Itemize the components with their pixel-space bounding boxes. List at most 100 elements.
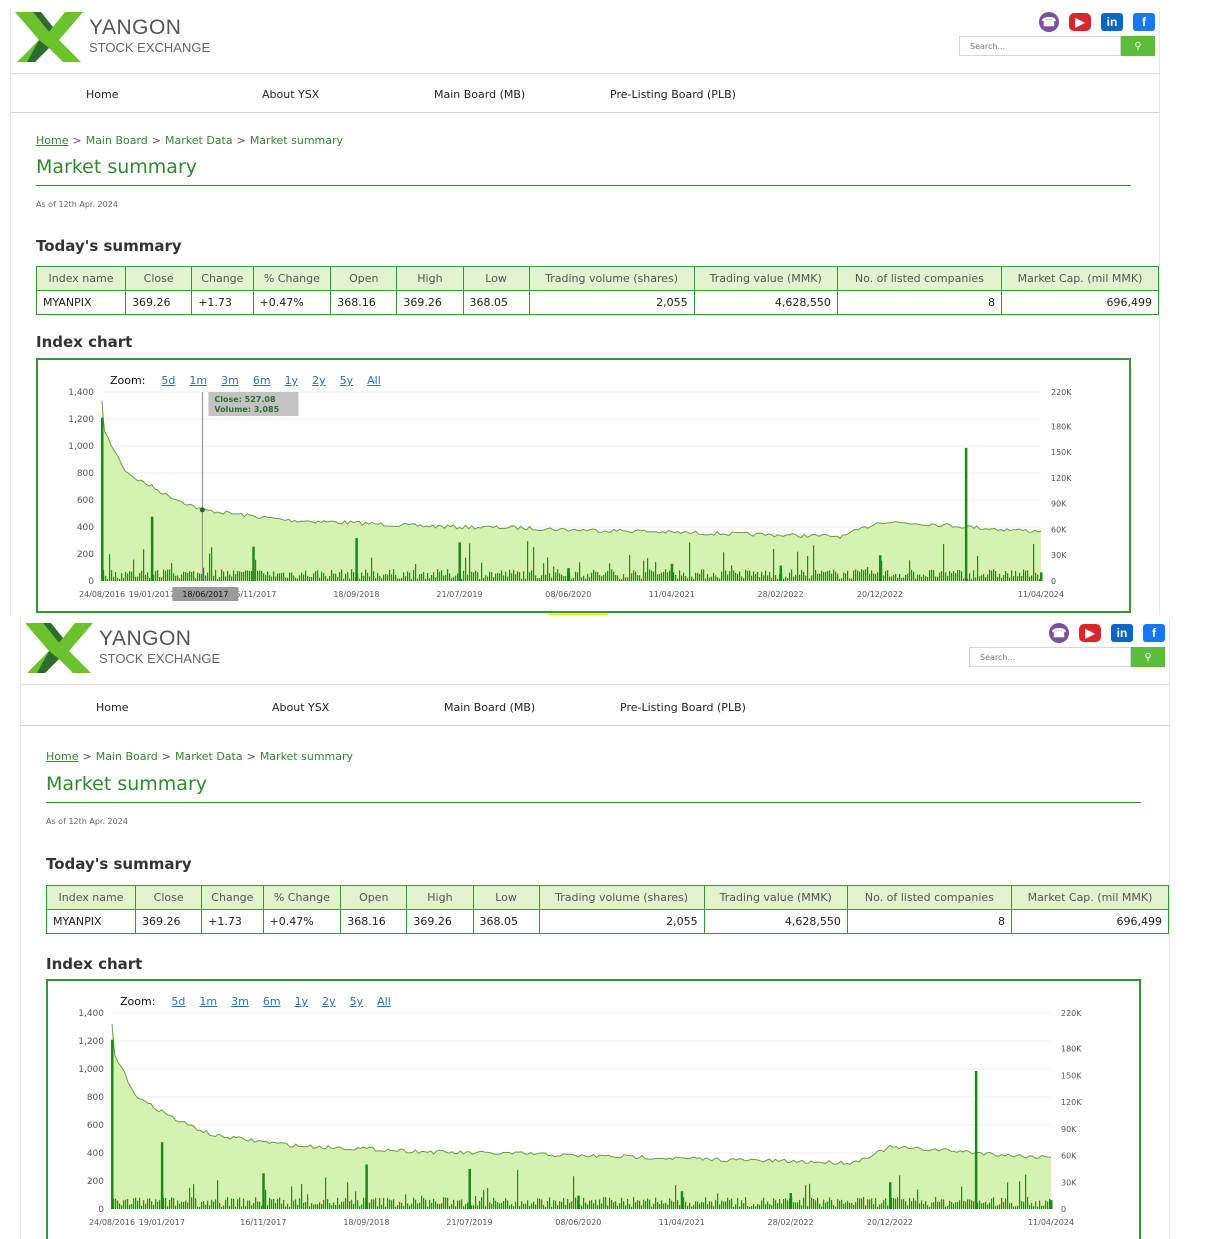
volume-bar: [1027, 570, 1029, 581]
volume-bar: [795, 574, 797, 581]
volume-bar: [843, 1203, 845, 1209]
zoom-2y-button[interactable]: 2y: [312, 374, 326, 387]
brand[interactable]: YANGON STOCK EXCHANGE: [89, 16, 210, 55]
zoom-2y-button[interactable]: 2y: [322, 995, 336, 1008]
nav-home[interactable]: Home: [86, 88, 118, 101]
volume-bar: [589, 577, 591, 581]
volume-bar: [831, 573, 833, 581]
search-icon[interactable]: ⚲: [1131, 647, 1165, 667]
volume-bar: [113, 576, 115, 581]
volume-bar: [115, 1198, 117, 1209]
volume-bar: [1017, 576, 1019, 581]
volume-bar: [443, 575, 445, 581]
volume-bar: [391, 1200, 393, 1209]
zoom-6m-button[interactable]: 6m: [253, 374, 271, 387]
zoom-5d-button[interactable]: 5d: [171, 995, 185, 1008]
zoom-5d-button[interactable]: 5d: [161, 374, 175, 387]
viber-icon[interactable]: ☎: [1039, 12, 1059, 32]
volume-bar: [605, 572, 607, 581]
volume-bar: [1029, 576, 1031, 581]
volume-bar: [397, 578, 399, 581]
index-chart[interactable]: 0 200 400 600 800 1,000 1,200 1,400 0 30K 60K 90K 12…: [46, 979, 1141, 1239]
volume-bar: [439, 1204, 441, 1209]
volume-bar: [243, 1198, 245, 1209]
brand[interactable]: YANGON STOCK EXCHANGE: [99, 627, 220, 666]
nav-main-board[interactable]: Main Board (MB): [434, 88, 525, 101]
zoom-6m-button[interactable]: 6m: [263, 995, 281, 1008]
volume-bar: [745, 1197, 747, 1209]
volume-bar: [987, 574, 989, 581]
volume-bar: [955, 1202, 957, 1209]
volume-bar: [391, 574, 393, 581]
search-icon[interactable]: ⚲: [1121, 36, 1155, 56]
volume-bar: [423, 571, 425, 581]
breadcrumb-market-data[interactable]: Market Data: [165, 134, 233, 147]
search-input[interactable]: [959, 36, 1121, 56]
zoom-1y-button[interactable]: 1y: [295, 995, 309, 1008]
ysx-logo-icon[interactable]: [13, 10, 85, 64]
volume-bar: [313, 573, 315, 581]
breadcrumb-home[interactable]: Home: [46, 750, 78, 763]
nav-pre-listing[interactable]: Pre-Listing Board (PLB): [610, 88, 736, 101]
nav-main-board[interactable]: Main Board (MB): [444, 701, 535, 714]
viber-icon[interactable]: ☎: [1049, 623, 1069, 643]
search-box: ⚲: [969, 647, 1165, 667]
volume-bar: [945, 572, 947, 581]
volume-bar: [519, 1206, 521, 1209]
nav-pre-listing[interactable]: Pre-Listing Board (PLB): [620, 701, 746, 714]
volume-bar: [321, 571, 323, 581]
nav-about[interactable]: About YSX: [262, 88, 319, 101]
volume-bar: [623, 574, 625, 581]
volume-bar: [817, 573, 819, 581]
nav-about[interactable]: About YSX: [272, 701, 329, 714]
youtube-icon[interactable]: ▶: [1079, 624, 1101, 642]
volume-bar: [683, 572, 685, 581]
volume-bar: [311, 1203, 313, 1209]
volume-bar: [137, 576, 139, 581]
volume-bar: [611, 1200, 613, 1209]
zoom-1m-button[interactable]: 1m: [199, 995, 217, 1008]
today-summary-heading: Today's summary: [36, 237, 182, 255]
nav-home[interactable]: Home: [96, 701, 128, 714]
volume-bar: [521, 1201, 523, 1209]
breadcrumb-home[interactable]: Home: [36, 134, 68, 147]
ysx-logo-icon[interactable]: [23, 621, 95, 675]
breadcrumb-main-board[interactable]: Main Board: [96, 750, 158, 763]
index-chart[interactable]: 0 200 400 600 800 1,000 1,200 1,400 0 30K 60K 90K 12…: [36, 358, 1131, 613]
zoom-5y-button[interactable]: 5y: [350, 995, 364, 1008]
search-input[interactable]: [969, 647, 1131, 667]
zoom-1y-button[interactable]: 1y: [285, 374, 299, 387]
volume-bar: [171, 562, 173, 581]
volume-bar: [367, 572, 369, 581]
facebook-icon[interactable]: f: [1143, 624, 1165, 642]
volume-bar: [997, 576, 999, 581]
volume-bar: [725, 570, 727, 581]
facebook-icon[interactable]: f: [1133, 13, 1155, 31]
volume-bar: [875, 574, 877, 581]
volume-bar: [997, 1205, 999, 1209]
volume-bar: [925, 576, 927, 581]
volume-bar: [1005, 1198, 1007, 1209]
zoom-5y-button[interactable]: 5y: [340, 374, 354, 387]
volume-bar: [441, 1203, 443, 1209]
volume-bar: [175, 1205, 177, 1209]
zoom-3m-button[interactable]: 3m: [231, 995, 249, 1008]
zoom-1m-button[interactable]: 1m: [189, 374, 207, 387]
linkedin-icon[interactable]: in: [1101, 13, 1123, 31]
youtube-icon[interactable]: ▶: [1069, 13, 1091, 31]
y-left-tick-label: 1,000: [68, 442, 94, 452]
volume-bar: [1023, 1201, 1025, 1209]
volume-bar: [941, 1199, 943, 1209]
breadcrumb-main-board[interactable]: Main Board: [86, 134, 148, 147]
breadcrumb-market-data[interactable]: Market Data: [175, 750, 243, 763]
volume-bar: [235, 574, 237, 581]
zoom-all-button[interactable]: All: [367, 374, 381, 387]
volume-bar: [963, 1201, 965, 1209]
volume-bar: [995, 571, 997, 581]
volume-bar: [151, 1201, 153, 1209]
zoom-all-button[interactable]: All: [377, 995, 391, 1008]
x-tick-label: 20/12/2022: [867, 1218, 913, 1227]
volume-bar: [979, 1200, 981, 1209]
linkedin-icon[interactable]: in: [1111, 624, 1133, 642]
zoom-3m-button[interactable]: 3m: [221, 374, 239, 387]
